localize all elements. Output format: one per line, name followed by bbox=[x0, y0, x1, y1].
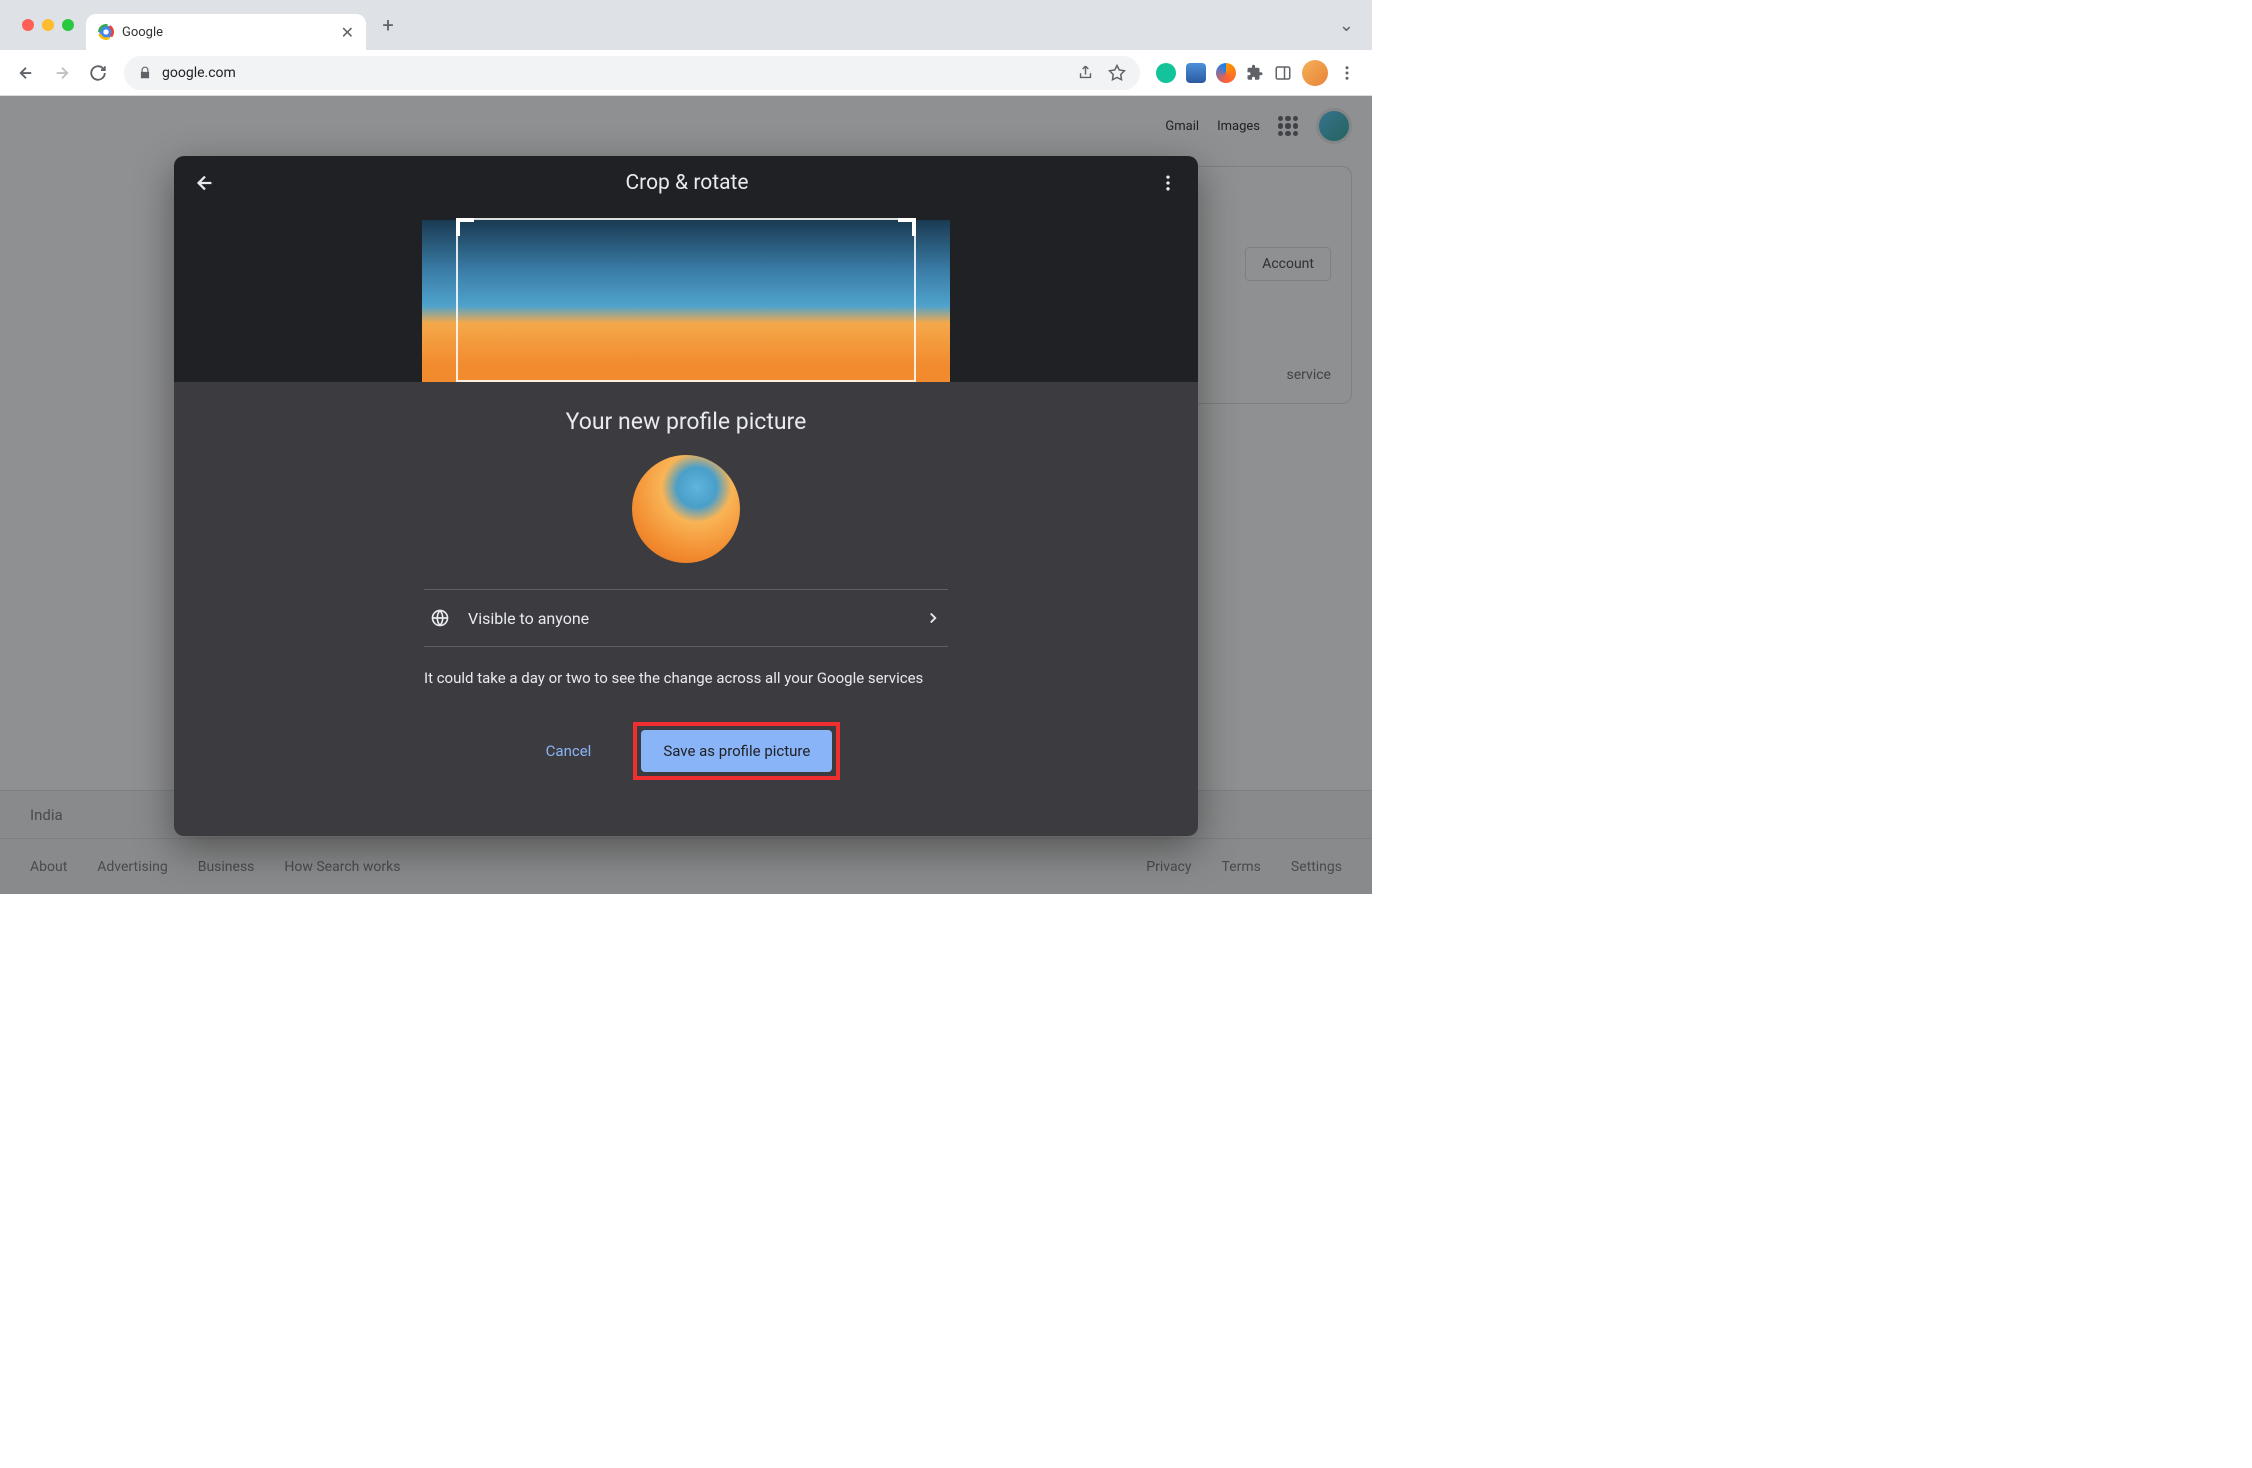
crop-frame[interactable] bbox=[456, 218, 916, 382]
close-tab-icon[interactable]: ✕ bbox=[341, 23, 354, 42]
new-tab-button[interactable]: + bbox=[374, 11, 402, 39]
arrow-left-icon bbox=[17, 64, 35, 82]
chevron-right-icon bbox=[924, 609, 942, 627]
browser-toolbar: google.com bbox=[0, 50, 1372, 96]
visibility-row[interactable]: Visible to anyone bbox=[424, 589, 948, 647]
extension-icon[interactable] bbox=[1216, 63, 1236, 83]
page-body: Gmail Images Account service India About… bbox=[0, 96, 1372, 894]
delay-notice: It could take a day or two to see the ch… bbox=[424, 667, 948, 690]
address-bar[interactable]: google.com bbox=[124, 56, 1140, 90]
extensions-puzzle-icon[interactable] bbox=[1246, 64, 1264, 82]
window-controls bbox=[10, 19, 86, 31]
dialog-actions: Cancel Save as profile picture bbox=[532, 722, 841, 780]
tab-title: Google bbox=[122, 25, 333, 40]
reload-button[interactable] bbox=[82, 57, 114, 89]
extension-icon[interactable] bbox=[1186, 63, 1206, 83]
crop-handle-tl[interactable] bbox=[456, 218, 474, 236]
side-panel-icon[interactable] bbox=[1274, 64, 1292, 82]
back-button[interactable] bbox=[10, 57, 42, 89]
confirmation-sheet: Your new profile picture Visible to anyo… bbox=[174, 382, 1198, 836]
google-favicon-icon bbox=[98, 24, 114, 40]
window-minimize-button[interactable] bbox=[42, 19, 54, 31]
more-options-icon[interactable] bbox=[1158, 173, 1178, 193]
lock-icon bbox=[138, 66, 152, 80]
back-arrow-icon[interactable] bbox=[194, 172, 216, 194]
arrow-right-icon bbox=[53, 64, 71, 82]
forward-button bbox=[46, 57, 78, 89]
browser-menu-icon[interactable] bbox=[1338, 64, 1356, 82]
bookmark-star-icon[interactable] bbox=[1108, 64, 1126, 82]
sheet-title: Your new profile picture bbox=[566, 408, 807, 435]
chevron-down-icon[interactable]: ⌄ bbox=[1339, 15, 1362, 36]
crop-canvas[interactable] bbox=[174, 210, 1198, 382]
visibility-label: Visible to anyone bbox=[468, 609, 589, 628]
save-profile-picture-button[interactable]: Save as profile picture bbox=[641, 730, 832, 772]
save-button-highlight: Save as profile picture bbox=[633, 722, 840, 780]
url-text: google.com bbox=[162, 65, 236, 81]
crop-title: Crop & rotate bbox=[216, 171, 1158, 195]
profile-preview bbox=[632, 455, 740, 563]
window-close-button[interactable] bbox=[22, 19, 34, 31]
extension-icon[interactable] bbox=[1156, 63, 1176, 83]
browser-tab[interactable]: Google ✕ bbox=[86, 14, 366, 50]
reload-icon bbox=[89, 64, 107, 82]
window-zoom-button[interactable] bbox=[62, 19, 74, 31]
cancel-button[interactable]: Cancel bbox=[532, 732, 606, 770]
share-icon[interactable] bbox=[1077, 64, 1094, 81]
crop-handle-tr[interactable] bbox=[898, 218, 916, 236]
crop-header: Crop & rotate bbox=[174, 156, 1198, 210]
extension-icons bbox=[1150, 60, 1362, 86]
profile-avatar[interactable] bbox=[1302, 60, 1328, 86]
profile-picture-dialog: Crop & rotate Your new profile picture V… bbox=[174, 156, 1198, 836]
globe-icon bbox=[430, 608, 450, 628]
browser-tab-strip: Google ✕ + ⌄ bbox=[0, 0, 1372, 50]
